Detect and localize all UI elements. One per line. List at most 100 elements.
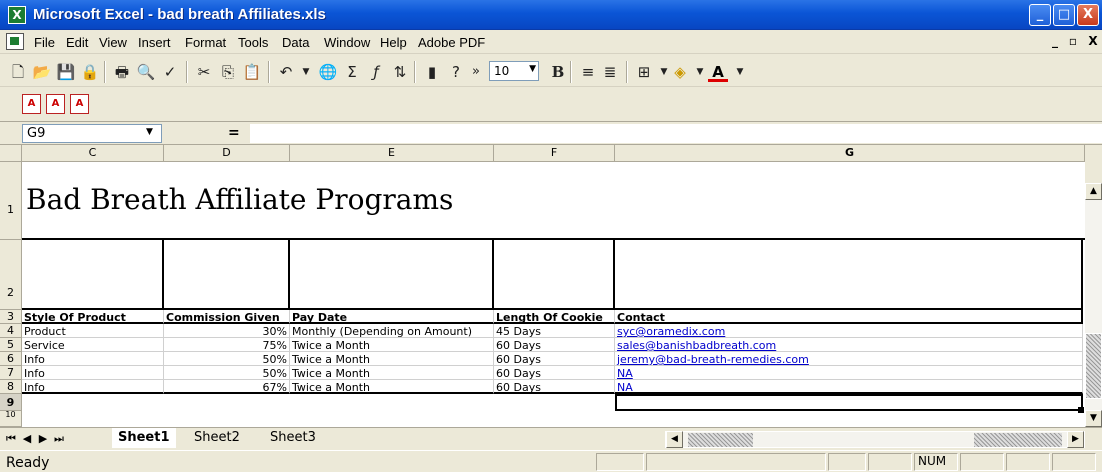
header-commission-given[interactable]: Commission Given xyxy=(164,310,290,324)
cell-cookie-length[interactable]: 60 Days xyxy=(494,338,615,352)
row-header-7[interactable]: 7 xyxy=(0,366,22,380)
contact-link[interactable]: NA xyxy=(615,380,1083,394)
row-header-9[interactable]: 9 xyxy=(0,394,22,411)
cell-g2[interactable] xyxy=(615,240,1083,310)
row-header-3[interactable]: 3 xyxy=(0,310,22,324)
tab-sheet1[interactable]: Sheet1 xyxy=(112,428,176,448)
scroll-right-icon[interactable]: ▶ xyxy=(1067,431,1084,448)
row-header-2[interactable]: 2 xyxy=(0,240,22,310)
menu-window[interactable]: Window xyxy=(324,35,370,50)
contact-link[interactable]: syc@oramedix.com xyxy=(615,324,1083,338)
sort-ascending-icon[interactable]: ⇅ xyxy=(390,62,410,82)
autosum-icon[interactable]: Σ xyxy=(342,62,362,82)
menu-format[interactable]: Format xyxy=(185,35,226,50)
cell-pay-date[interactable]: Twice a Month xyxy=(290,338,494,352)
cell-cookie-length[interactable]: 60 Days xyxy=(494,366,615,380)
cell-style[interactable]: Info xyxy=(22,380,164,394)
previous-sheet-icon[interactable]: ◀ xyxy=(20,431,34,447)
cell-commission[interactable]: 30% xyxy=(164,324,290,338)
row-header-5[interactable]: 5 xyxy=(0,338,22,352)
vertical-scrollbar[interactable]: ▲ ▼ xyxy=(1085,183,1102,427)
workbook-minimize-button[interactable]: _ xyxy=(1048,34,1062,48)
cell-pay-date[interactable]: Twice a Month xyxy=(290,380,494,394)
spelling-icon[interactable]: ✓ xyxy=(160,62,180,82)
formula-equals[interactable]: = xyxy=(228,125,240,141)
cell-commission[interactable]: 75% xyxy=(164,338,290,352)
undo-icon[interactable]: ↶ xyxy=(276,62,296,82)
maximize-window-button[interactable]: □ xyxy=(1053,4,1075,26)
horizontal-scrollbar[interactable]: ◀ ▶ xyxy=(665,431,1085,448)
cell-cookie-length[interactable]: 45 Days xyxy=(494,324,615,338)
minimize-window-button[interactable]: _ xyxy=(1029,4,1051,26)
cell-pay-date[interactable]: Monthly (Depending on Amount) xyxy=(290,324,494,338)
permission-icon[interactable]: 🔒 xyxy=(80,62,100,82)
scroll-left-icon[interactable]: ◀ xyxy=(666,431,683,448)
cell-style[interactable]: Product xyxy=(22,324,164,338)
print-icon[interactable]: 🖶 xyxy=(112,62,132,82)
formula-input[interactable] xyxy=(250,124,1102,143)
column-header-d[interactable]: D xyxy=(164,145,290,162)
cell-c2[interactable] xyxy=(22,240,164,310)
chevron-down-icon[interactable]: ▼ xyxy=(146,127,153,137)
menu-data[interactable]: Data xyxy=(282,35,309,50)
open-icon[interactable]: 📂 xyxy=(32,62,52,82)
save-icon[interactable]: 💾 xyxy=(56,62,76,82)
cell-f2[interactable] xyxy=(494,240,615,310)
print-preview-icon[interactable]: 🔍 xyxy=(136,62,156,82)
menu-edit[interactable]: Edit xyxy=(66,35,88,50)
scroll-up-icon[interactable]: ▲ xyxy=(1085,183,1102,200)
chart-wizard-icon[interactable]: ▮ xyxy=(422,62,442,82)
cell-e2[interactable] xyxy=(290,240,494,310)
column-header-e[interactable]: E xyxy=(290,145,494,162)
header-style-of-product[interactable]: Style Of Product xyxy=(22,310,164,324)
menu-help[interactable]: Help xyxy=(380,35,407,50)
undo-dropdown-icon[interactable]: ▼ xyxy=(296,62,316,82)
name-box[interactable]: G9 xyxy=(22,124,162,143)
last-sheet-icon[interactable]: ⏭ xyxy=(52,431,66,447)
select-all-corner[interactable] xyxy=(0,145,22,162)
new-icon[interactable]: 🗋 xyxy=(8,62,28,82)
cell-commission[interactable]: 67% xyxy=(164,380,290,394)
insert-function-icon[interactable]: ƒ xyxy=(366,62,386,82)
font-color-button[interactable]: A xyxy=(708,62,728,82)
hyperlink-icon[interactable]: 🌐 xyxy=(318,62,338,82)
worksheet-grid[interactable]: C D E F G 1 2 3 4 5 6 7 8 9 10 Bad Breat… xyxy=(0,145,1085,427)
selected-cell-g9[interactable] xyxy=(615,394,1083,411)
cell-style[interactable]: Service xyxy=(22,338,164,352)
row-header-1[interactable]: 1 xyxy=(0,162,22,240)
row-header-4[interactable]: 4 xyxy=(0,324,22,338)
cell-d2[interactable] xyxy=(164,240,290,310)
menu-adobe-pdf[interactable]: Adobe PDF xyxy=(418,35,485,50)
cell-cookie-length[interactable]: 60 Days xyxy=(494,352,615,366)
cell-style[interactable]: Info xyxy=(22,352,164,366)
row-header-6[interactable]: 6 xyxy=(0,352,22,366)
cell-commission[interactable]: 50% xyxy=(164,366,290,380)
first-sheet-icon[interactable]: ⏮ xyxy=(4,431,18,447)
contact-link[interactable]: jeremy@bad-breath-remedies.com xyxy=(615,352,1083,366)
fill-handle[interactable] xyxy=(1078,407,1084,413)
menu-file[interactable]: File xyxy=(34,35,55,50)
contact-link[interactable]: sales@banishbadbreath.com xyxy=(615,338,1083,352)
vertical-scroll-thumb[interactable] xyxy=(1085,333,1102,399)
fill-color-icon[interactable]: ◈ xyxy=(670,62,690,82)
toolbar-options-icon[interactable]: » xyxy=(466,62,486,82)
copy-icon[interactable]: ⎘ xyxy=(218,62,238,82)
cell-pay-date[interactable]: Twice a Month xyxy=(290,352,494,366)
convert-to-pdf-icon[interactable]: A xyxy=(22,94,41,114)
align-left-icon[interactable]: ≡ xyxy=(578,62,598,82)
borders-icon[interactable]: ⊞ xyxy=(634,62,654,82)
workbook-close-button[interactable]: X xyxy=(1086,34,1100,48)
align-center-icon[interactable]: ≣ xyxy=(600,62,620,82)
cell-pay-date[interactable]: Twice a Month xyxy=(290,366,494,380)
contact-link[interactable]: NA xyxy=(615,366,1083,380)
row-header-8[interactable]: 8 xyxy=(0,380,22,394)
horizontal-scroll-track[interactable] xyxy=(688,433,753,447)
fill-color-dropdown-icon[interactable]: ▼ xyxy=(690,62,710,82)
cell-commission[interactable]: 50% xyxy=(164,352,290,366)
header-pay-date[interactable]: Pay Date xyxy=(290,310,494,324)
menu-view[interactable]: View xyxy=(99,35,127,50)
horizontal-scroll-track-right[interactable] xyxy=(974,433,1062,447)
tab-sheet2[interactable]: Sheet2 xyxy=(188,428,246,448)
close-window-button[interactable]: X xyxy=(1077,4,1099,26)
next-sheet-icon[interactable]: ▶ xyxy=(36,431,50,447)
